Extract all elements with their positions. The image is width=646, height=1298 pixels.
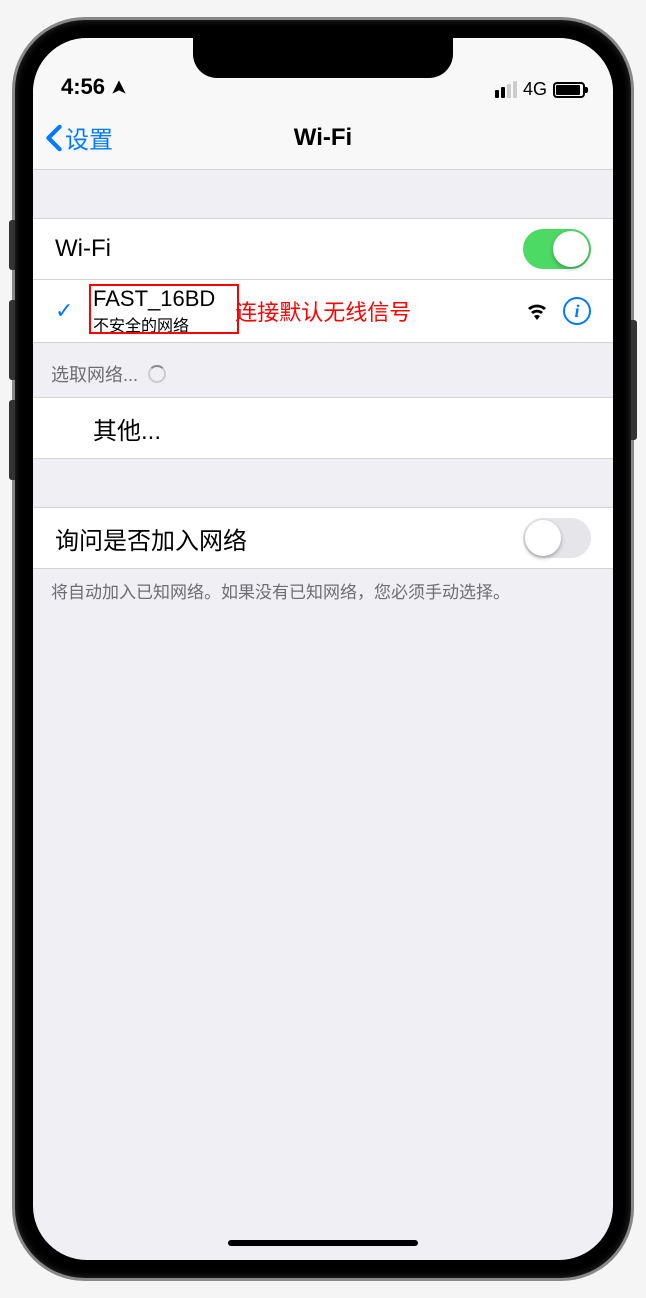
wifi-toggle[interactable] [523, 229, 591, 269]
checkmark-icon: ✓ [55, 298, 73, 324]
wifi-signal-icon [525, 301, 549, 321]
ask-to-join-row[interactable]: 询问是否加入网络 [33, 507, 613, 569]
ask-to-join-label: 询问是否加入网络 [55, 521, 247, 556]
back-button[interactable]: 设置 [45, 120, 113, 155]
choose-network-label: 选取网络... [51, 361, 138, 387]
wifi-toggle-row[interactable]: Wi-Fi [33, 218, 613, 280]
network-text: FAST_16BD 不安全的网络 [93, 286, 215, 336]
other-network-label: 其他... [93, 411, 161, 446]
cellular-signal-icon [495, 81, 517, 98]
content: Wi-Fi ✓ FAST_16BD 不安全的网络 连接默认无线信号 [33, 170, 613, 618]
annotation-text: 连接默认无线信号 [235, 295, 411, 327]
network-security-note: 不安全的网络 [93, 312, 215, 336]
footer-text: 将自动加入已知网络。如果没有已知网络，您必须手动选择。 [33, 569, 613, 618]
chevron-left-icon [45, 124, 63, 152]
mute-switch [9, 220, 15, 270]
power-button [631, 320, 637, 440]
battery-icon [553, 82, 585, 98]
status-time: 4:56 [61, 74, 105, 100]
phone-frame: 4:56 4G 设置 Wi-Fi Wi-Fi [15, 20, 631, 1278]
location-icon [111, 79, 127, 95]
network-right-icons: i [525, 297, 591, 325]
nav-bar: 设置 Wi-Fi [33, 106, 613, 170]
status-left: 4:56 [61, 74, 127, 100]
ask-to-join-toggle[interactable] [523, 518, 591, 558]
info-icon[interactable]: i [563, 297, 591, 325]
screen: 4:56 4G 设置 Wi-Fi Wi-Fi [33, 38, 613, 1260]
home-indicator[interactable] [228, 1240, 418, 1246]
choose-network-header: 选取网络... [33, 343, 613, 397]
volume-up-button [9, 300, 15, 380]
volume-down-button [9, 400, 15, 480]
other-network-row[interactable]: 其他... [33, 397, 613, 459]
spinner-icon [148, 365, 166, 383]
network-type-label: 4G [523, 79, 547, 100]
status-right: 4G [495, 79, 585, 100]
notch [193, 38, 453, 78]
wifi-toggle-label: Wi-Fi [55, 235, 111, 263]
network-ssid: FAST_16BD [93, 286, 215, 312]
back-label: 设置 [65, 120, 113, 155]
nav-title: Wi-Fi [294, 124, 352, 152]
connected-network-row[interactable]: ✓ FAST_16BD 不安全的网络 连接默认无线信号 i [33, 280, 613, 343]
